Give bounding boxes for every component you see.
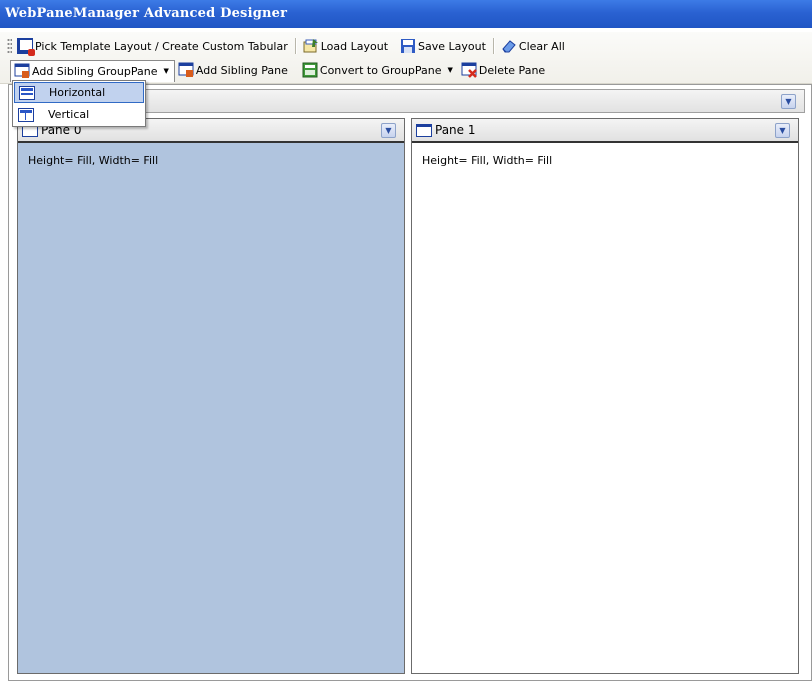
designer-canvas: ▼ Pane 0 ▼ Height= Fill, Width= Fill Pan…: [8, 84, 812, 681]
menu-item-horizontal-label: Horizontal: [49, 86, 106, 99]
add-sibling-pane-label: Add Sibling Pane: [195, 63, 288, 77]
toolbar-row-1: Pick Template Layout / Create Custom Tab…: [0, 34, 568, 58]
delete-pane-icon: [461, 62, 477, 78]
dropdown-arrow-icon[interactable]: ▼: [164, 67, 169, 75]
delete-pane-label: Delete Pane: [478, 63, 546, 77]
horizontal-layout-icon: [19, 85, 35, 100]
load-layout-icon: [303, 39, 318, 53]
add-sibling-grouppane-button[interactable]: Add Sibling GroupPane ▼: [10, 59, 175, 82]
window-title-bar: WebPaneManager Advanced Designer: [0, 0, 812, 28]
grouppane-dropdown-menu: Horizontal Vertical: [12, 80, 146, 127]
menu-item-horizontal[interactable]: Horizontal: [14, 82, 144, 103]
dropdown-arrow-icon[interactable]: ▼: [448, 66, 453, 74]
menu-item-vertical[interactable]: Vertical: [14, 104, 144, 125]
pane-0-content: Height= Fill, Width= Fill: [28, 154, 159, 167]
window-title: WebPaneManager Advanced Designer: [5, 6, 288, 21]
vertical-layout-icon: [18, 107, 34, 122]
pane-1-content: Height= Fill, Width= Fill: [422, 154, 553, 167]
convert-to-grouppane-label: Convert to GroupPane: [319, 63, 442, 77]
pane-1-title: Pane 1: [435, 123, 476, 137]
template-layout-icon: [17, 38, 35, 56]
toolbar-separator: [294, 38, 296, 54]
toolbar-row-2: Add Sibling GroupPane ▼ Add Sibling Pane…: [0, 58, 548, 82]
convert-to-grouppane-button[interactable]: Convert to GroupPane ▼: [299, 59, 458, 81]
chevron-down-icon[interactable]: ▼: [381, 123, 396, 138]
add-grouppane-icon: [14, 63, 30, 78]
pane-0[interactable]: Pane 0 ▼ Height= Fill, Width= Fill: [17, 118, 405, 674]
save-layout-button[interactable]: Save Layout: [397, 35, 489, 57]
chevron-down-icon[interactable]: ▼: [775, 123, 790, 138]
toolbar-separator: [492, 38, 494, 54]
menu-item-vertical-label: Vertical: [48, 108, 90, 121]
clear-all-button[interactable]: Clear All: [498, 35, 568, 57]
toolbar-area: Pick Template Layout / Create Custom Tab…: [0, 32, 812, 84]
chevron-down-icon[interactable]: ▼: [781, 94, 796, 109]
eraser-icon: [502, 40, 516, 53]
add-sibling-grouppane-label: Add Sibling GroupPane: [32, 64, 158, 78]
toolbar-grip[interactable]: [7, 38, 12, 54]
convert-icon: [302, 62, 318, 78]
clear-all-label: Clear All: [518, 39, 565, 53]
save-layout-icon: [401, 39, 416, 53]
load-layout-button[interactable]: Load Layout: [300, 35, 391, 57]
add-sibling-pane-button[interactable]: Add Sibling Pane: [175, 59, 291, 81]
save-layout-label: Save Layout: [418, 39, 486, 53]
pick-template-label: Pick Template Layout / Create Custom Tab…: [35, 39, 288, 53]
delete-pane-button[interactable]: Delete Pane: [458, 59, 548, 81]
pane-1[interactable]: Pane 1 ▼ Height= Fill, Width= Fill: [411, 118, 799, 674]
window-icon: [416, 123, 432, 137]
add-pane-icon: [178, 62, 194, 77]
pick-template-button[interactable]: Pick Template Layout / Create Custom Tab…: [14, 35, 291, 57]
load-layout-label: Load Layout: [320, 39, 389, 53]
pane-1-header[interactable]: Pane 1 ▼: [412, 119, 798, 143]
